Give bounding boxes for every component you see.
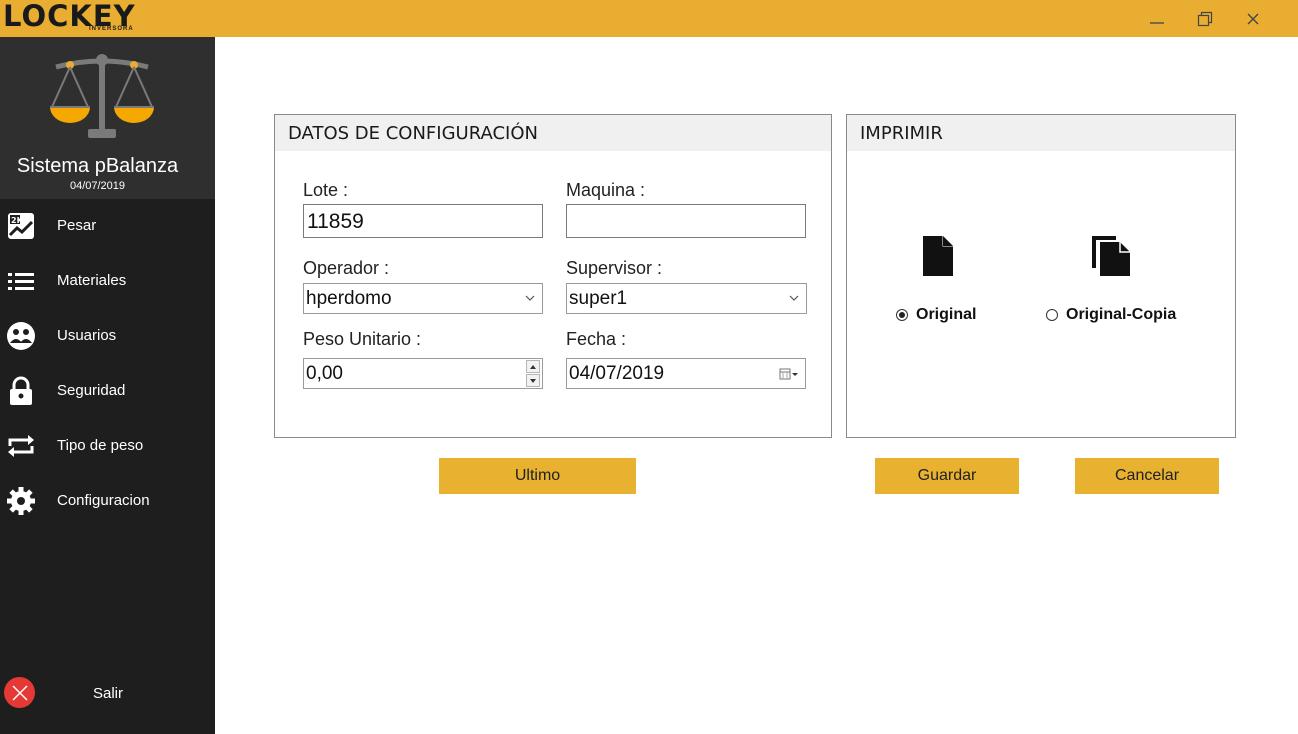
stepper-buttons: [526, 360, 540, 388]
copy-documents-icon: [1092, 236, 1130, 276]
gear-icon: [7, 487, 35, 515]
app-title: Sistema pBalanza: [16, 155, 179, 177]
guardar-button[interactable]: Guardar: [875, 458, 1019, 494]
exit-button[interactable]: Salir: [0, 673, 215, 713]
supervisor-label: Supervisor :: [566, 258, 663, 278]
menu-item-configuracion[interactable]: Configuracion: [0, 474, 215, 529]
print-panel-header: IMPRIMIR: [847, 115, 1235, 151]
close-button[interactable]: [1240, 6, 1266, 32]
users-icon: [7, 322, 35, 350]
radio-original-circle[interactable]: [896, 309, 908, 321]
repeat-icon: [8, 435, 34, 457]
lock-icon: [10, 376, 32, 405]
lote-value: 11859: [307, 210, 364, 233]
minimize-icon: [1150, 22, 1164, 24]
stepper-down-button[interactable]: [526, 374, 540, 387]
menu-label-seguridad: Seguridad: [57, 382, 126, 399]
peso-unitario-stepper[interactable]: 0,00: [303, 358, 543, 389]
menu-item-pesar[interactable]: 2K Pesar: [0, 199, 215, 254]
menu-label-pesar: Pesar: [57, 217, 97, 234]
restore-icon: [1197, 11, 1213, 27]
fecha-label: Fecha :: [566, 329, 627, 349]
fecha-value: 04/07/2019: [569, 363, 665, 384]
ultimo-button[interactable]: Ultimo: [439, 458, 636, 494]
supervisor-select[interactable]: super1: [566, 283, 807, 314]
svg-text:2K: 2K: [11, 216, 24, 225]
menu-label-materiales: Materiales: [57, 272, 127, 289]
title-bar: LOCKEY INVERSORA: [0, 0, 1298, 37]
exit-icon: [4, 677, 35, 708]
close-icon: [1247, 13, 1259, 25]
cancelar-button[interactable]: Cancelar: [1075, 458, 1219, 494]
maquina-field[interactable]: [566, 204, 806, 238]
peso-unitario-label: Peso Unitario :: [303, 329, 422, 349]
operador-value: hperdomo: [306, 288, 392, 309]
menu-label-tipo-de-peso: Tipo de peso: [57, 437, 144, 454]
sidebar-header: Sistema pBalanza 04/07/2019: [0, 37, 215, 199]
sidebar: Sistema pBalanza 04/07/2019 2K Pesar Mat…: [0, 37, 215, 734]
supervisor-value: super1: [569, 288, 628, 309]
app-date: 04/07/2019: [69, 180, 126, 192]
radio-original-copia-circle[interactable]: [1046, 309, 1058, 321]
stepper-up-button[interactable]: [526, 360, 540, 373]
peso-unitario-value: 0,00: [306, 363, 343, 384]
print-panel: IMPRIMIR Original Original-Copia: [846, 114, 1236, 438]
weigh-chart-icon: 2K: [8, 213, 34, 239]
radio-original-label: Original: [916, 306, 977, 323]
config-panel: DATOS DE CONFIGURACIÓN Lote : 11859 Maqu…: [274, 114, 832, 438]
exit-label: Salir: [93, 685, 124, 702]
menu-item-seguridad[interactable]: Seguridad: [0, 364, 215, 419]
menu-item-materiales[interactable]: Materiales: [0, 254, 215, 309]
balance-scale-icon: [50, 54, 154, 138]
print-panel-title: IMPRIMIR: [860, 123, 943, 144]
logo-subtext: INVERSORA: [89, 26, 134, 32]
operador-select[interactable]: hperdomo: [303, 283, 543, 314]
menu-item-usuarios[interactable]: Usuarios: [0, 309, 215, 364]
menu-item-tipo-de-peso[interactable]: Tipo de peso: [0, 419, 215, 474]
restore-button[interactable]: [1192, 6, 1218, 32]
chevron-down-icon: [789, 295, 799, 301]
fecha-date-picker[interactable]: 04/07/2019: [566, 358, 806, 389]
maquina-label: Maquina :: [566, 180, 646, 200]
lote-label: Lote :: [303, 180, 349, 200]
calendar-dropdown-icon[interactable]: [779, 368, 799, 380]
chevron-down-icon: [525, 295, 535, 301]
radio-original-copia-label: Original-Copia: [1066, 306, 1177, 323]
list-icon: [8, 273, 34, 290]
document-icon: [923, 236, 953, 276]
menu-label-usuarios: Usuarios: [57, 327, 117, 344]
operador-label: Operador :: [303, 258, 390, 278]
config-panel-title: DATOS DE CONFIGURACIÓN: [288, 123, 538, 144]
radio-original-copia[interactable]: Original-Copia: [1046, 306, 1176, 324]
config-panel-header: DATOS DE CONFIGURACIÓN: [275, 115, 831, 151]
menu-label-configuracion: Configuracion: [57, 492, 150, 509]
radio-original[interactable]: Original: [896, 306, 976, 324]
minimize-button[interactable]: [1144, 6, 1170, 32]
lote-field[interactable]: 11859: [303, 204, 543, 238]
